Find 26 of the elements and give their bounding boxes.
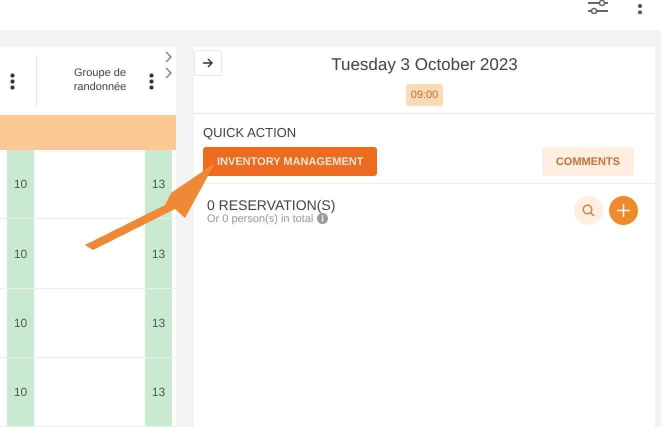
chevron-right-icon[interactable] [165,51,173,63]
capacity-cell: 10 [7,288,34,357]
capacity-cell: 10 [7,150,34,218]
comments-button[interactable]: COMMENTS [542,147,634,176]
arrow-right-icon [202,58,214,68]
capacity-cell: 13 [145,288,172,357]
reservations-subtitle: Or 0 person(s) in total [207,212,314,224]
date-title: Tuesday 3 October 2023 [331,55,518,75]
capacity-cell: 10 [7,358,34,426]
capacity-cell: 10 [7,219,34,288]
inventory-button[interactable]: INVENTORY MANAGEMENT [203,147,378,176]
capacity-cell: 13 [145,219,172,288]
reservations-title: 0 RESERVATION(S) [207,196,336,212]
column-header: Groupe de randonnée [72,67,128,95]
arrow-button[interactable] [194,50,222,76]
time-chip[interactable]: 09:00 [406,84,444,106]
search-icon [582,204,595,217]
plus-icon [617,204,630,217]
section-title: QUICK ACTION [203,125,296,140]
info-icon[interactable] [317,213,328,224]
more-icon[interactable] [10,72,15,90]
search-button[interactable] [574,196,603,225]
filter-icon[interactable] [587,0,609,14]
capacity-cell: 13 [145,358,172,426]
chevron-right-icon[interactable] [165,67,173,79]
more-icon[interactable] [149,72,154,90]
